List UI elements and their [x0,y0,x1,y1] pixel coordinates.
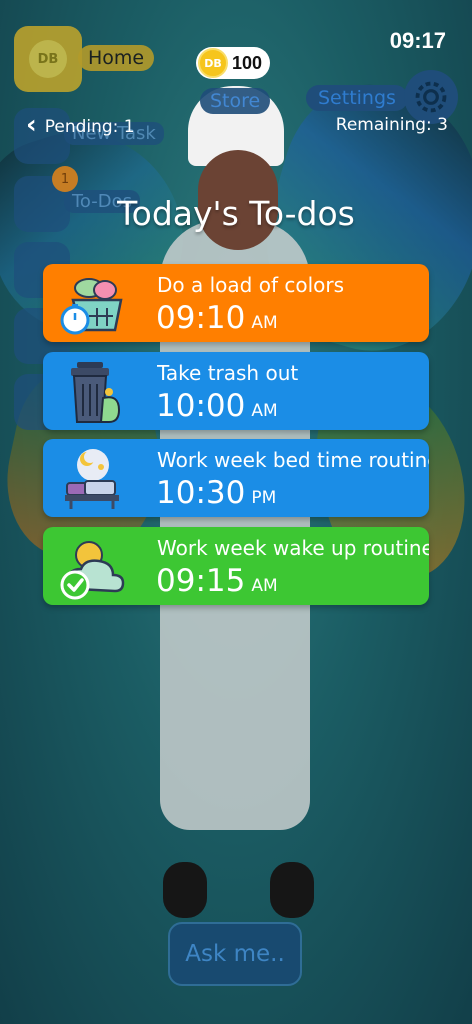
avatar-character-shoe [163,862,207,918]
todo-time-value: 09:15 [156,563,246,599]
todo-time-period: AM [251,313,278,333]
pending-count: Pending: 1 [44,116,135,137]
laundry-timer-icon [60,278,123,335]
todo-time-period: AM [251,576,278,596]
settings-label: Settings [306,85,408,111]
todo-time: 10:30 PM [156,475,276,511]
coin-balance: DB 100 [196,47,271,79]
todo-time-value: 09:10 [156,300,246,336]
profile-avatar-button: DB [14,26,82,92]
todo-time-value: 10:30 [156,475,246,511]
page-title: Today's To-dos [117,194,355,233]
bed-moon-icon [65,449,119,509]
ask-me-button[interactable]: Ask me.. [168,922,302,986]
todo-card[interactable]: Work week wake up routine 09:15 AM [43,527,429,605]
avatar-character-shoe [270,862,314,918]
todo-name: Take trash out [157,361,299,385]
sun-cloud-check-icon [60,541,125,600]
back-button[interactable]: ‹ Pending: 1 [26,110,135,140]
remaining-count: Remaining: 3 [335,115,448,135]
todo-time: 09:15 AM [156,563,278,599]
todo-card[interactable]: Do a load of colors 09:10 AM [43,264,429,342]
todo-name: Work week bed time routine [157,448,429,472]
todo-time-value: 10:00 [156,388,246,424]
avatar-badge: DB [29,40,67,78]
todo-card[interactable]: Work week bed time routine 10:30 PM [43,439,429,517]
todo-name: Do a load of colors [157,273,345,297]
todo-card[interactable]: Take trash out 10:00 AM [43,352,429,430]
todo-time-period: AM [251,401,278,421]
todos-count-badge: 1 [52,166,78,192]
status-clock: 09:17 [389,28,446,53]
chevron-left-icon: ‹ [26,110,37,140]
todo-time-period: PM [251,488,277,508]
todo-time: 10:00 AM [156,388,278,424]
store-button: Store [200,88,271,114]
trash-can-icon [71,362,121,423]
todo-time: 09:10 AM [156,300,278,336]
home-label: Home [78,45,155,71]
coin-count: 100 [232,52,263,73]
coin-icon: DB [198,48,228,78]
todo-name: Work week wake up routine [157,536,429,560]
